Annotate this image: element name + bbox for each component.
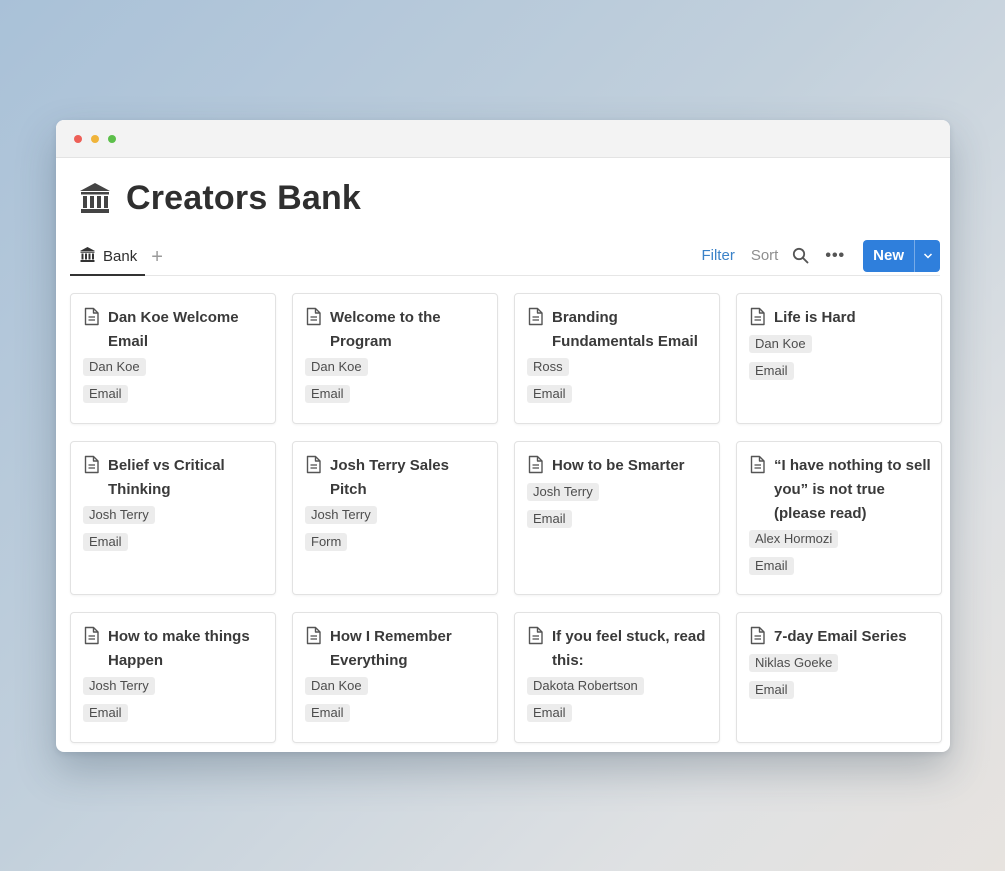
gallery-card[interactable]: 7-day Email Series Niklas Goeke Email [736,612,942,743]
page-header: Creators Bank [70,176,940,220]
card-title: How to make things Happen [108,628,250,669]
card-tag: Alex Hormozi [749,530,839,548]
document-icon [305,626,322,650]
gallery-card[interactable]: Belief vs Critical Thinking Josh Terry Em… [70,441,276,595]
document-icon [83,626,100,650]
card-tag: Email [305,704,350,722]
gallery-card[interactable]: Welcome to the Program Dan Koe Email [292,293,498,424]
page-content: Creators Bank Bank + Filter Sort ••• New… [56,158,950,743]
toolbar-actions: Filter Sort ••• New [701,238,940,276]
gallery-grid: Dan Koe Welcome Email Dan Koe Email Welco… [70,293,942,743]
gallery-row: Belief vs Critical Thinking Josh Terry Em… [70,441,942,595]
gallery-row: Dan Koe Welcome Email Dan Koe Email Welco… [70,293,942,424]
card-tag: Ross [527,358,569,376]
gallery-card[interactable]: Life is Hard Dan Koe Email [736,293,942,424]
bank-icon [79,246,96,267]
card-title: Life is Hard [774,309,856,326]
card-tag: Email [527,510,572,528]
add-view-button[interactable]: + [151,247,163,267]
card-tags: Dan Koe Email [305,677,487,722]
card-tag: Email [305,385,350,403]
gallery-card[interactable]: How to make things Happen Josh Terry Emai… [70,612,276,743]
card-tags: Josh Terry Email [83,506,265,551]
zoom-window-button[interactable] [108,134,116,143]
card-tags: Josh Terry Email [527,483,709,528]
card-tag: Email [749,681,794,699]
card-tags: Ross Email [527,358,709,403]
gallery-card[interactable]: Branding Fundamentals Email Ross Email [514,293,720,424]
card-title: Josh Terry Sales Pitch [330,457,449,498]
card-tag: Email [749,557,794,575]
card-title: Dan Koe Welcome Email [108,309,239,350]
close-window-button[interactable] [74,134,82,143]
document-icon [527,307,544,331]
card-tags: Josh Terry Email [83,677,265,722]
card-tag: Email [83,385,128,403]
card-title: Welcome to the Program [330,309,441,350]
card-tag: Form [305,533,348,551]
card-tag: Email [527,385,572,403]
card-tag: Josh Terry [305,506,377,524]
card-tag: Dan Koe [749,335,812,353]
card-tags: Alex Hormozi Email [749,530,931,575]
card-tags: Dan Koe Email [305,358,487,403]
card-tag: Josh Terry [83,506,155,524]
card-tag: Niklas Goeke [749,654,839,672]
card-title: How I Remember Everything [330,628,452,669]
view-toolbar: Bank + Filter Sort ••• New [70,238,940,276]
search-icon[interactable] [792,247,809,264]
document-icon [305,307,322,331]
chevron-down-icon [923,252,932,259]
app-window: Creators Bank Bank + Filter Sort ••• New… [56,120,950,752]
tab-bank[interactable]: Bank [70,238,146,276]
card-tag: Email [83,704,128,722]
card-title: If you feel stuck, read this: [552,628,706,669]
card-title: Belief vs Critical Thinking [108,457,225,498]
new-dropdown-button[interactable] [914,239,940,272]
card-title: 7-day Email Series [774,628,907,645]
minimize-window-button[interactable] [91,134,99,143]
card-tags: Dan Koe Email [749,335,931,380]
card-tag: Dan Koe [83,358,146,376]
document-icon [527,626,544,650]
card-tag: Email [83,533,128,551]
filter-button[interactable]: Filter [701,247,734,264]
document-icon [749,307,766,331]
gallery-card[interactable]: Dan Koe Welcome Email Dan Koe Email [70,293,276,424]
gallery-card[interactable]: “I have nothing to sell you” is not true… [736,441,942,595]
card-tag: Josh Terry [83,677,155,695]
document-icon [749,626,766,650]
card-tags: Dakota Robertson Email [527,677,709,722]
card-title: Branding Fundamentals Email [552,309,698,350]
gallery-card[interactable]: Josh Terry Sales Pitch Josh Terry Form [292,441,498,595]
card-tags: Niklas Goeke Email [749,654,931,699]
tab-label: Bank [103,247,138,265]
card-tags: Dan Koe Email [83,358,265,403]
new-button-label: New [873,247,904,264]
card-tag: Dan Koe [305,677,368,695]
new-button[interactable]: New [863,239,940,272]
page-title[interactable]: Creators Bank [126,179,361,218]
document-icon [83,307,100,331]
card-tag: Dan Koe [305,358,368,376]
document-icon [527,455,544,479]
card-tag: Email [749,362,794,380]
card-tag: Email [527,704,572,722]
card-title: How to be Smarter [552,457,685,474]
more-options-button[interactable]: ••• [825,247,845,265]
document-icon [83,455,100,479]
bank-icon[interactable] [78,181,112,215]
card-tags: Josh Terry Form [305,506,487,551]
card-tag: Dakota Robertson [527,677,644,695]
gallery-card[interactable]: How I Remember Everything Dan Koe Email [292,612,498,743]
sort-button[interactable]: Sort [751,247,779,264]
card-title: “I have nothing to sell you” is not true… [774,457,931,522]
gallery-row: How to make things Happen Josh Terry Emai… [70,612,942,743]
gallery-card[interactable]: If you feel stuck, read this: Dakota Rob… [514,612,720,743]
document-icon [749,455,766,479]
card-tag: Josh Terry [527,483,599,501]
gallery-card[interactable]: How to be Smarter Josh Terry Email [514,441,720,595]
document-icon [305,455,322,479]
title-bar [56,120,950,158]
